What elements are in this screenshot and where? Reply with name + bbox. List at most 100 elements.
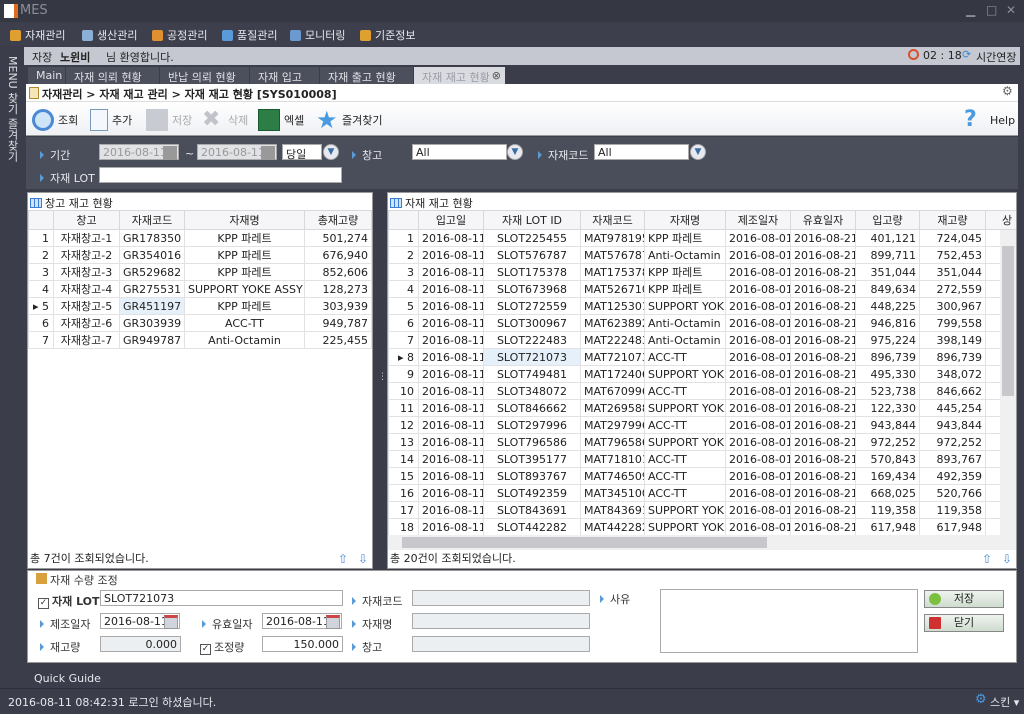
- column-header[interactable]: 자재명: [184, 210, 305, 230]
- table-cell[interactable]: 896,739: [919, 348, 986, 366]
- table-cell[interactable]: 852,606: [304, 263, 372, 281]
- table-cell[interactable]: 2016-08-11: [418, 416, 484, 434]
- adjust-lot-input[interactable]: SLOT721073: [100, 590, 343, 606]
- column-header[interactable]: 상: [985, 210, 1016, 230]
- table-cell[interactable]: 2016-08-21: [790, 280, 856, 298]
- maximize-button[interactable]: □: [986, 3, 997, 17]
- table-row[interactable]: 16 2016-08-11 SLOT492359 MAT345100 ACC-TT 201…: [388, 484, 1016, 502]
- table-row[interactable]: ▸ 8 2016-08-11 SLOT721073 MAT721073 ACC-TT 20…: [388, 348, 1016, 366]
- table-row[interactable]: 14 2016-08-11 SLOT395177 MAT718101 ACC-TT 201…: [388, 450, 1016, 468]
- table-cell[interactable]: MAT576787: [580, 246, 645, 264]
- table-cell[interactable]: 668,025: [855, 484, 920, 502]
- table-cell[interactable]: ACC-TT: [644, 348, 726, 366]
- table-row[interactable]: 13 2016-08-11 SLOT796586 MAT796586 SUPPORT Y…: [388, 433, 1016, 451]
- table-cell[interactable]: 501,274: [304, 229, 372, 247]
- table-cell[interactable]: 2016-08-21: [790, 433, 856, 451]
- table-cell[interactable]: SLOT175378: [483, 263, 581, 281]
- table-cell[interactable]: 자재창고-5: [53, 297, 120, 315]
- table-cell[interactable]: 2016-08-21: [790, 484, 856, 502]
- table-cell[interactable]: 2016-08-01: [725, 331, 791, 349]
- table-cell[interactable]: 2016-08-01: [725, 246, 791, 264]
- table-cell[interactable]: 943,844: [855, 416, 920, 434]
- menu-find-button[interactable]: MENU 찾기: [4, 56, 20, 114]
- table-cell[interactable]: 2016-08-11: [418, 229, 484, 247]
- table-cell[interactable]: MAT796586: [580, 433, 645, 451]
- table-row[interactable]: 12 2016-08-11 SLOT297996 MAT297996 ACC-TT 201…: [388, 416, 1016, 434]
- table-cell[interactable]: MAT269588: [580, 399, 645, 417]
- table-cell[interactable]: MAT172406: [580, 365, 645, 383]
- table-cell[interactable]: 2016-08-01: [725, 467, 791, 485]
- table-cell[interactable]: MAT297996: [580, 416, 645, 434]
- table-cell[interactable]: 272,559: [919, 280, 986, 298]
- table-cell[interactable]: ACC-TT: [644, 450, 726, 468]
- menu-item[interactable]: 공정관리: [152, 27, 207, 43]
- table-cell[interactable]: SLOT846662: [483, 399, 581, 417]
- column-header[interactable]: 창고: [53, 210, 120, 230]
- table-row[interactable]: 5 2016-08-11 SLOT272559 MAT125301 SUPPORT YO…: [388, 297, 1016, 315]
- reason-textarea[interactable]: [660, 589, 918, 653]
- table-cell[interactable]: 2016-08-01: [725, 365, 791, 383]
- table-cell[interactable]: 2016-08-01: [725, 501, 791, 519]
- column-header[interactable]: 입고일: [418, 210, 484, 230]
- table-cell[interactable]: 2016-08-21: [790, 229, 856, 247]
- table-cell[interactable]: MAT526710: [580, 280, 645, 298]
- adjust-qty-input[interactable]: 150.000: [262, 636, 343, 652]
- close-tab-icon[interactable]: ⊗: [492, 69, 501, 82]
- table-cell[interactable]: 2016-08-11: [418, 518, 484, 536]
- table-cell[interactable]: 2016-08-21: [790, 416, 856, 434]
- table-cell[interactable]: SLOT576787: [483, 246, 581, 264]
- table-cell[interactable]: 2016-08-01: [725, 484, 791, 502]
- table-cell[interactable]: 2016-08-21: [790, 365, 856, 383]
- table-cell[interactable]: 972,252: [919, 433, 986, 451]
- table-cell[interactable]: 2016-08-21: [790, 314, 856, 332]
- table-cell[interactable]: 2016-08-01: [725, 229, 791, 247]
- calendar-icon[interactable]: [164, 615, 178, 629]
- table-cell[interactable]: 2016-08-01: [725, 263, 791, 281]
- add-button[interactable]: 추가: [90, 109, 132, 131]
- table-cell[interactable]: 676,940: [304, 246, 372, 264]
- table-cell[interactable]: MAT623892: [580, 314, 645, 332]
- move-up-icon[interactable]: ⇧: [338, 552, 348, 566]
- table-cell[interactable]: 122,330: [855, 399, 920, 417]
- table-cell[interactable]: SLOT225455: [483, 229, 581, 247]
- table-cell[interactable]: SUPPORT YOK...: [644, 365, 726, 383]
- table-cell[interactable]: 617,948: [855, 518, 920, 536]
- favorites-side-button[interactable]: 즐겨찾기: [4, 118, 20, 162]
- column-header[interactable]: 자재 LOT ID: [483, 210, 581, 230]
- table-cell[interactable]: 128,273: [304, 280, 372, 298]
- column-header[interactable]: 자재코드: [580, 210, 645, 230]
- table-row[interactable]: 6 자재창고-6 GR303939 ACC-TT 949,787: [28, 314, 372, 332]
- splitter-handle[interactable]: ⋮: [378, 372, 387, 382]
- table-cell[interactable]: MAT843691: [580, 501, 645, 519]
- table-row[interactable]: 7 2016-08-11 SLOT222483 MAT222483 Anti-Octam…: [388, 331, 1016, 349]
- table-cell[interactable]: MAT125301: [580, 297, 645, 315]
- menu-item[interactable]: 품질관리: [222, 27, 277, 43]
- table-row[interactable]: 18 2016-08-11 SLOT442282 MAT442282 SUPPORT Y…: [388, 518, 1016, 536]
- table-cell[interactable]: 752,453: [919, 246, 986, 264]
- table-cell[interactable]: 2016-08-21: [790, 501, 856, 519]
- move-up-icon[interactable]: ⇧: [982, 552, 992, 566]
- table-cell[interactable]: SLOT893767: [483, 467, 581, 485]
- table-cell[interactable]: 2016-08-01: [725, 314, 791, 332]
- calendar-icon[interactable]: [163, 146, 177, 160]
- table-cell[interactable]: MAT345100: [580, 484, 645, 502]
- table-cell[interactable]: Anti-Octamin: [644, 314, 726, 332]
- table-cell[interactable]: 401,121: [855, 229, 920, 247]
- table-cell[interactable]: ACC-TT: [184, 314, 305, 332]
- table-cell[interactable]: 348,072: [919, 365, 986, 383]
- table-cell[interactable]: SLOT492359: [483, 484, 581, 502]
- table-cell[interactable]: 303,939: [304, 297, 372, 315]
- table-cell[interactable]: MAT721073: [580, 348, 645, 366]
- table-cell[interactable]: 2016-08-01: [725, 399, 791, 417]
- column-header[interactable]: 자재코드: [119, 210, 185, 230]
- table-cell[interactable]: SLOT673968: [483, 280, 581, 298]
- move-down-icon[interactable]: ⇩: [358, 552, 368, 566]
- table-cell[interactable]: 2016-08-01: [725, 518, 791, 536]
- table-cell[interactable]: 300,967: [919, 297, 986, 315]
- table-cell[interactable]: 2016-08-11: [418, 382, 484, 400]
- table-cell[interactable]: SLOT721073: [483, 348, 581, 366]
- save-toolbar-button[interactable]: 저장: [146, 109, 192, 131]
- table-cell[interactable]: MAT670996: [580, 382, 645, 400]
- table-cell[interactable]: Anti-Octamin: [184, 331, 305, 349]
- move-down-icon[interactable]: ⇩: [1002, 552, 1012, 566]
